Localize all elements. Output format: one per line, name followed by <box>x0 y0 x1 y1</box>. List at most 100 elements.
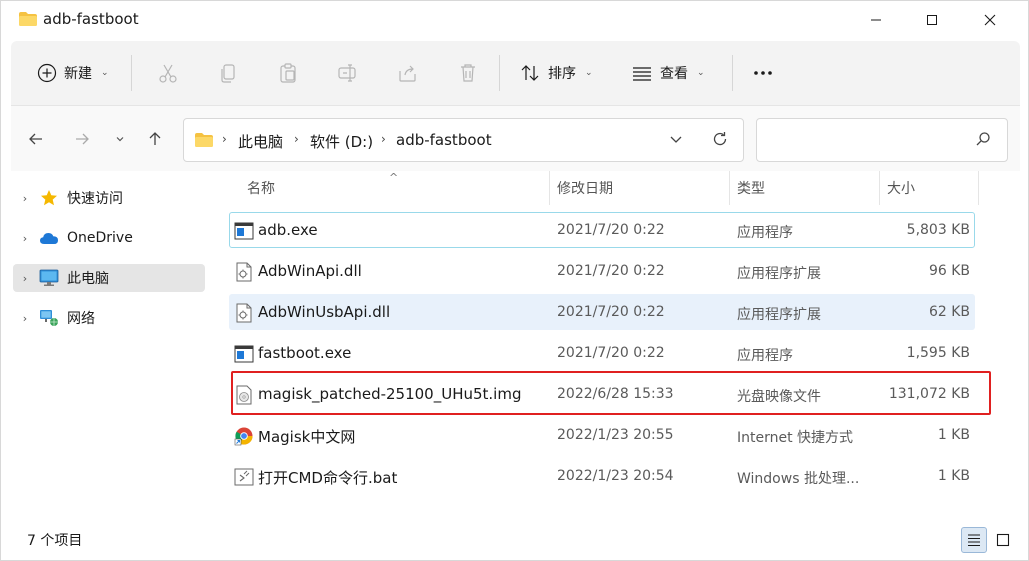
view-label: 查看 <box>660 66 688 82</box>
tiles-view-button[interactable] <box>990 527 1016 553</box>
status-bar: 7 个项目 <box>11 523 1020 557</box>
file-list: ^ 名称 修改日期 类型 大小 adb.exe 2021/7/20 0:22 应… <box>207 171 1020 523</box>
file-size: 62 KB <box>928 304 970 320</box>
toolbar-divider <box>131 55 132 91</box>
column-header-type[interactable]: 类型 <box>737 171 765 205</box>
table-row[interactable]: AdbWinApi.dll 2021/7/20 0:22 应用程序扩展 96 K… <box>229 253 975 289</box>
trash-icon <box>461 64 475 82</box>
details-view-button[interactable] <box>961 527 987 553</box>
view-list-icon <box>633 67 651 81</box>
dll-icon <box>236 303 252 323</box>
arrow-up-icon <box>149 132 161 145</box>
table-row[interactable]: 打开CMD命令行.bat 2022/1/23 20:54 Windows 批处理… <box>229 458 975 494</box>
chevron-down-icon <box>116 137 124 142</box>
file-name: adb.exe <box>258 221 318 239</box>
minimize-button[interactable] <box>848 1 904 39</box>
share-button[interactable] <box>391 55 425 91</box>
star-icon <box>37 189 61 207</box>
address-bar[interactable]: › 此电脑 › 软件 (D:) › adb-fastboot <box>183 118 744 162</box>
details-view-icon <box>968 534 980 547</box>
column-header-name[interactable]: 名称 <box>247 171 275 205</box>
table-row[interactable]: adb.exe 2021/7/20 0:22 应用程序 5,803 KB <box>229 212 975 248</box>
close-button[interactable] <box>962 1 1018 39</box>
cut-button[interactable] <box>151 55 185 91</box>
arrow-left-icon <box>29 133 42 145</box>
column-divider[interactable] <box>978 171 979 205</box>
toolbar-divider <box>732 55 733 91</box>
breadcrumb-this-pc[interactable]: 此电脑 <box>238 131 283 152</box>
bat-icon <box>234 468 254 486</box>
sort-icon <box>521 65 539 81</box>
dll-icon <box>236 262 252 282</box>
file-date: 2022/1/23 20:55 <box>557 427 674 443</box>
column-divider[interactable] <box>549 171 550 205</box>
file-name: fastboot.exe <box>258 344 352 362</box>
rename-button[interactable] <box>331 55 365 91</box>
new-button[interactable]: 新建 ⌄ <box>31 55 115 91</box>
sidebar-item-this-pc[interactable]: › 此电脑 <box>13 264 205 292</box>
window-title: adb-fastboot <box>43 10 139 28</box>
file-type: 应用程序 <box>737 225 793 241</box>
chevron-right-icon[interactable]: › <box>13 232 37 245</box>
plus-circle-icon <box>37 63 57 83</box>
chevron-down-icon: ⌄ <box>697 68 705 78</box>
up-button[interactable] <box>141 125 169 153</box>
table-row[interactable]: AdbWinUsbApi.dll 2021/7/20 0:22 应用程序扩展 6… <box>229 294 975 330</box>
back-button[interactable] <box>22 125 50 153</box>
minimize-icon <box>871 19 881 21</box>
item-count: 7 个项目 <box>27 533 83 549</box>
breadcrumb-drive-d[interactable]: 软件 (D:) <box>310 131 373 152</box>
file-date: 2021/7/20 0:22 <box>557 345 665 361</box>
scissors-icon <box>159 64 177 83</box>
column-divider[interactable] <box>879 171 880 205</box>
share-icon <box>399 65 416 82</box>
breadcrumb-adb-fastboot[interactable]: adb-fastboot <box>396 131 492 149</box>
table-row[interactable]: fastboot.exe 2021/7/20 0:22 应用程序 1,595 K… <box>229 335 975 371</box>
arrow-right-icon <box>76 133 89 145</box>
recent-locations-button[interactable] <box>106 125 134 153</box>
table-row[interactable]: Magisk中文网 2022/1/23 20:55 Internet 快捷方式 … <box>229 417 975 453</box>
paste-button[interactable] <box>271 55 305 91</box>
chevron-right-icon[interactable]: › <box>13 312 37 325</box>
more-options-button[interactable] <box>745 55 781 91</box>
close-icon <box>984 14 996 26</box>
column-header-size[interactable]: 大小 <box>887 171 915 205</box>
file-date: 2022/1/23 20:54 <box>557 468 674 484</box>
network-icon <box>37 309 61 327</box>
refresh-icon[interactable] <box>711 130 729 148</box>
search-input[interactable] <box>767 129 967 151</box>
file-name: Magisk中文网 <box>258 428 356 446</box>
maximize-icon <box>927 15 937 25</box>
chevron-right-icon: › <box>222 132 227 146</box>
command-bar: 新建 ⌄ 排序 ⌄ 查看 ⌄ <box>11 41 1020 105</box>
file-type: Windows 批处理... <box>737 471 860 487</box>
navigation-pane: › 快速访问 › OneDrive › 此电脑 › 网络 <box>11 171 207 523</box>
sort-ascending-icon: ^ <box>389 171 399 184</box>
copy-button[interactable] <box>211 55 245 91</box>
view-button[interactable]: 查看 ⌄ <box>625 55 711 91</box>
column-header-date[interactable]: 修改日期 <box>557 171 613 205</box>
chevron-down-icon[interactable] <box>668 131 684 147</box>
more-icon <box>754 71 772 75</box>
chevron-down-icon: ⌄ <box>101 68 109 78</box>
file-date: 2021/7/20 0:22 <box>557 263 665 279</box>
file-name: AdbWinUsbApi.dll <box>258 303 391 321</box>
chevron-right-icon[interactable]: › <box>13 272 37 285</box>
column-divider[interactable] <box>729 171 730 205</box>
exe-icon <box>234 222 254 240</box>
maximize-button[interactable] <box>904 1 960 39</box>
sidebar-item-label: 此电脑 <box>67 271 109 287</box>
forward-button[interactable] <box>68 125 96 153</box>
chevron-down-icon: ⌄ <box>585 68 593 78</box>
sidebar-item-quick-access[interactable]: › 快速访问 <box>13 184 205 212</box>
sort-button[interactable]: 排序 ⌄ <box>513 55 599 91</box>
toolbar-divider <box>499 55 500 91</box>
chevron-right-icon[interactable]: › <box>13 192 37 205</box>
delete-button[interactable] <box>451 55 485 91</box>
sidebar-item-network[interactable]: › 网络 <box>13 304 205 332</box>
search-box[interactable] <box>756 118 1008 162</box>
file-type: 应用程序 <box>737 348 793 364</box>
sidebar-item-onedrive[interactable]: › OneDrive <box>13 224 205 252</box>
file-size: 5,803 KB <box>906 222 970 238</box>
file-size: 1,595 KB <box>906 345 970 361</box>
